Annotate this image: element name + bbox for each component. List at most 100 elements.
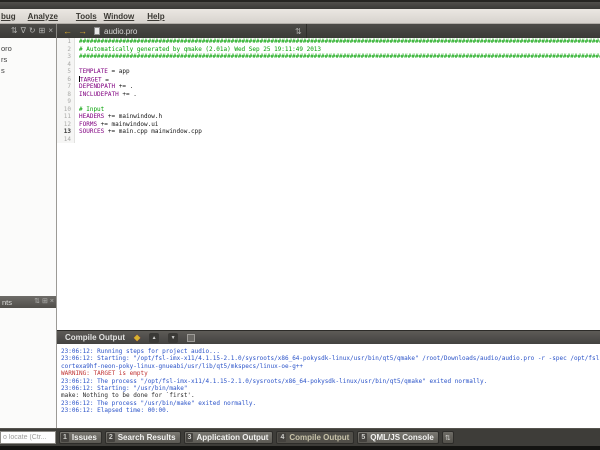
editor-line: 5TEMPLATE = app (57, 68, 600, 76)
editor-line: 9 (57, 98, 600, 106)
filter-icon[interactable]: ∇ (21, 24, 26, 38)
line-number: 3 (57, 53, 75, 61)
line-number: 9 (57, 98, 75, 106)
toolbar-separator (306, 24, 307, 38)
open-documents-title: nts (2, 298, 12, 307)
close-pane-icon[interactable]: × (48, 24, 53, 38)
pane-button-number: 2 (107, 433, 115, 442)
editor-line: 7DEPENDPATH += . (57, 83, 600, 91)
editor-tab-label[interactable]: audio.pro (104, 27, 137, 36)
editor-tab-bar: ← → audio.pro ⇅ (57, 24, 600, 38)
previous-item-icon[interactable]: ▲ (149, 333, 159, 343)
menu-item-tools[interactable]: Tools (76, 12, 97, 21)
editor-line: 10# Input (57, 106, 600, 114)
go-forward-icon[interactable]: → (78, 26, 87, 36)
pane-selector-dropdown-icon[interactable]: ⇅ (34, 296, 40, 308)
main-area: oro rs s nts ⇅ ⊞ × 1####################… (0, 38, 600, 428)
code-editor[interactable]: 1#######################################… (57, 38, 600, 330)
code-text: ########################################… (75, 53, 600, 61)
project-tree: oro rs s (0, 38, 56, 296)
clear-output-icon[interactable]: ◆ (134, 333, 140, 342)
qt-creator-window: bug Analyze Tools Window Help ⇅ ∇ ↻ ⊞ × … (0, 0, 600, 450)
line-number: 12 (57, 121, 75, 129)
go-back-icon[interactable]: ← (63, 26, 72, 36)
menu-bar: bug Analyze Tools Window Help (0, 9, 600, 24)
editor-line: 4 (57, 61, 600, 69)
code-text: ########################################… (75, 38, 600, 46)
view-selector-dropdown-icon[interactable]: ⇅ (11, 24, 18, 38)
tree-item-project[interactable]: oro (0, 43, 56, 54)
code-text: # Input (75, 106, 104, 114)
status-bar: 1 Issues 2 Search Results 3 Application … (0, 428, 600, 446)
line-number: 10 (57, 106, 75, 114)
code-text: FORMS += mainwindow.ui (75, 121, 158, 129)
pane-button-number: 1 (61, 433, 69, 442)
line-number: 11 (57, 113, 75, 121)
editor-line: 2# Automatically generated by qmake (2.0… (57, 46, 600, 54)
code-text: TARGET = (75, 76, 109, 84)
pane-button-label: QML/JS Console (370, 433, 434, 442)
output-pane-title: Compile Output (65, 333, 125, 342)
file-icon (94, 27, 100, 35)
output-line: 23:06:12: Starting: "/opt/fsl-imx-x11/4.… (61, 355, 600, 362)
output-line: 23:06:12: Starting: "/usr/bin/make" (61, 385, 600, 392)
line-number: 4 (57, 61, 75, 69)
pane-button-application-output[interactable]: 3 Application Output (184, 431, 274, 444)
line-number: 6 (57, 76, 75, 84)
pane-button-label: Issues (72, 433, 97, 442)
pane-button-number: 3 (186, 433, 194, 442)
pane-button-search-results[interactable]: 2 Search Results (105, 431, 181, 444)
document-dropdown-icon[interactable]: ⇅ (295, 27, 302, 36)
code-text: INCLUDEPATH += . (75, 91, 137, 99)
project-pane-toolbar: ⇅ ∇ ↻ ⊞ × (0, 24, 57, 38)
compile-output-text[interactable]: 23:06:12: Running steps for project audi… (57, 344, 600, 428)
next-item-icon[interactable]: ▼ (168, 333, 178, 343)
output-line: 23:06:12: Running steps for project audi… (61, 348, 600, 355)
tree-item-headers[interactable]: rs (0, 54, 56, 65)
editor-line: 13SOURCES += main.cpp mainwindow.cpp (57, 128, 600, 136)
split-icon[interactable]: ⊞ (39, 24, 46, 38)
line-number: 2 (57, 46, 75, 54)
close-pane-icon[interactable]: × (50, 296, 54, 308)
window-bottom-edge (0, 446, 600, 450)
pane-button-label: Compile Output (289, 433, 349, 442)
code-text (75, 98, 79, 106)
pane-button-compile-output[interactable]: 4 Compile Output (276, 431, 354, 444)
locator-input[interactable] (0, 431, 56, 444)
split-icon[interactable]: ⊞ (42, 296, 48, 308)
output-line: WARNING: TARGET is empty (61, 370, 600, 377)
pane-button-number: 5 (359, 433, 367, 442)
open-documents-header: nts ⇅ ⊞ × (0, 296, 56, 308)
compile-output-header: Compile Output ◆ ▲ ▼ (57, 331, 600, 344)
left-sidebar: oro rs s nts ⇅ ⊞ × (0, 38, 57, 428)
maximize-pane-icon[interactable] (187, 334, 195, 342)
editor-line: 14 (57, 136, 600, 144)
output-line: 23:06:12: Elapsed time: 00:00. (61, 407, 600, 414)
editor-column: 1#######################################… (57, 38, 600, 428)
code-text: SOURCES += main.cpp mainwindow.cpp (75, 128, 202, 136)
output-pane-toggle-button[interactable]: ⇅ (442, 431, 454, 444)
open-documents-list[interactable] (0, 308, 56, 428)
pane-button-qmljs-console[interactable]: 5 QML/JS Console (357, 431, 438, 444)
editor-line: 1#######################################… (57, 38, 600, 46)
menu-item-window[interactable]: Window (104, 12, 135, 21)
code-text: HEADERS += mainwindow.h (75, 113, 162, 121)
pane-button-issues[interactable]: 1 Issues (59, 431, 102, 444)
editor-line: 3#######################################… (57, 53, 600, 61)
tree-item-sources[interactable]: s (0, 65, 56, 76)
line-number: 1 (57, 38, 75, 46)
compile-output-pane: Compile Output ◆ ▲ ▼ 23:06:12: Running s… (57, 330, 600, 428)
menu-item-help[interactable]: Help (147, 12, 164, 21)
menu-item-analyze[interactable]: Analyze (28, 12, 58, 21)
line-number: 13 (57, 128, 75, 136)
editor-line: 11HEADERS += mainwindow.h (57, 113, 600, 121)
code-text (75, 136, 79, 144)
line-number: 5 (57, 68, 75, 76)
sync-with-editor-icon[interactable]: ↻ (29, 24, 36, 38)
line-number: 7 (57, 83, 75, 91)
editor-line: 8INCLUDEPATH += . (57, 91, 600, 99)
menu-item-debug[interactable]: bug (1, 12, 16, 21)
top-toolbar: ⇅ ∇ ↻ ⊞ × ← → audio.pro ⇅ (0, 24, 600, 38)
code-text: DEPENDPATH += . (75, 83, 133, 91)
code-text: TEMPLATE = app (75, 68, 130, 76)
